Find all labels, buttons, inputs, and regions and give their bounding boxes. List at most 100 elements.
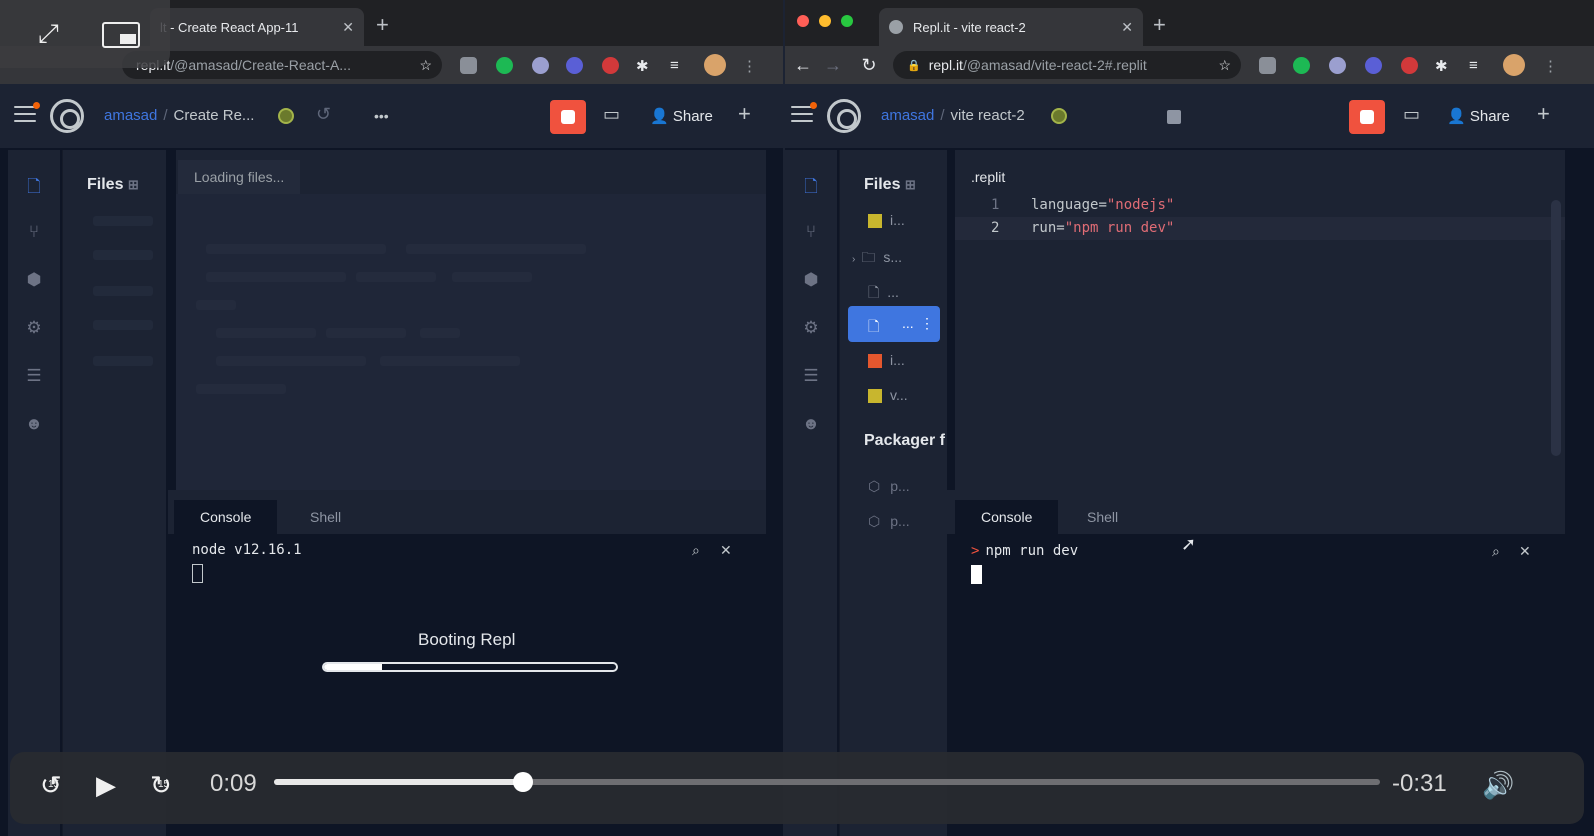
file-item-selected[interactable]: 🗋 ... ⋮ [848, 306, 940, 342]
minimize-window-icon[interactable] [819, 15, 831, 27]
star-icon[interactable]: ☆ [419, 57, 432, 74]
clear-console-icon[interactable]: ✕ [1519, 543, 1531, 560]
package-item[interactable]: ⬡ p... [868, 513, 910, 530]
browser-tab-create-react[interactable]: lt - Create React App-11 ✕ [150, 8, 364, 46]
folder-item[interactable]: › 🗀 s... [852, 247, 902, 271]
file-item[interactable]: i... [868, 212, 905, 229]
grammarly-icon[interactable] [496, 57, 513, 74]
settings-gear-icon[interactable]: ⚙ [24, 318, 44, 338]
scrubber-handle[interactable] [512, 772, 533, 792]
hamburger-menu-icon[interactable] [14, 102, 40, 124]
replit-logo-icon[interactable] [827, 99, 861, 133]
extension-icon[interactable] [532, 57, 549, 74]
file-item[interactable]: 🗋... [868, 282, 899, 306]
volume-icon[interactable]: 🔊 [1482, 770, 1514, 801]
chat-icon[interactable]: ▭ [603, 104, 620, 125]
pocket-icon[interactable] [460, 57, 477, 74]
more-options-icon[interactable]: ••• [374, 108, 389, 124]
debugger-icon[interactable]: ☻ [801, 414, 821, 434]
search-icon[interactable]: ⌕ [1492, 543, 1500, 560]
tab-shell[interactable]: Shell [1061, 500, 1144, 534]
editor-tab-replit[interactable]: .replit [955, 160, 1022, 194]
add-file-icon[interactable]: ⊞ [905, 177, 916, 192]
clear-console-icon[interactable]: ✕ [720, 542, 732, 559]
forward-icon[interactable]: → [815, 55, 851, 76]
database-icon[interactable]: ☰ [24, 366, 44, 386]
address-bar[interactable]: repl.it/@amasad/Create-React-A... ☆ [122, 51, 442, 79]
history-icon[interactable]: ↺ [316, 104, 331, 125]
packages-icon[interactable]: ⬢ [24, 270, 44, 290]
run-button[interactable] [550, 100, 586, 134]
tab-console[interactable]: Console [174, 500, 278, 534]
breadcrumb-user[interactable]: amasad [104, 107, 157, 124]
extension-icon[interactable] [1401, 57, 1418, 74]
skip-forward-15-icon[interactable]: ↻ 15 [150, 770, 172, 801]
skip-back-15-icon[interactable]: ↺ 15 [40, 770, 62, 801]
debugger-icon[interactable]: ☻ [24, 414, 44, 434]
zoom-window-icon[interactable] [841, 15, 853, 27]
extension-icon[interactable] [566, 57, 583, 74]
add-icon[interactable]: + [738, 101, 751, 127]
tab-console[interactable]: Console [955, 500, 1059, 534]
kebab-menu-icon[interactable]: ⋮ [1543, 57, 1560, 75]
extension-icon[interactable] [1365, 57, 1382, 74]
expand-icon[interactable]: ⤢ [38, 18, 59, 50]
code-editor[interactable]: 1 language="nodejs" 2 run="npm run dev" [955, 194, 1565, 490]
avatar[interactable] [704, 54, 726, 76]
breadcrumb-repl[interactable]: vite react-2 [951, 107, 1025, 124]
new-tab-icon[interactable]: + [1153, 12, 1166, 38]
stop-icon[interactable] [1167, 110, 1181, 124]
file-item[interactable]: v... [868, 387, 908, 404]
add-file-icon[interactable]: ⊞ [128, 177, 139, 192]
close-window-icon[interactable] [797, 15, 809, 27]
loading-placeholder [452, 272, 532, 282]
hamburger-menu-icon[interactable] [791, 102, 817, 124]
loading-placeholder [93, 356, 153, 366]
run-button[interactable] [1349, 100, 1385, 134]
package-item[interactable]: ⬡ p... [868, 478, 910, 495]
share-button[interactable]: 👤 Share [1447, 107, 1510, 125]
reload-icon[interactable]: ↻ [851, 55, 887, 76]
breadcrumb-repl[interactable]: Create Re... [174, 107, 255, 124]
loading-placeholder [216, 328, 316, 338]
extension-icon[interactable] [1329, 57, 1346, 74]
close-tab-icon[interactable]: ✕ [1121, 19, 1133, 36]
puzzle-icon[interactable]: ✱ [636, 57, 653, 75]
picture-in-picture-icon[interactable] [102, 22, 140, 48]
replit-header: amasad / Create Re... ↺ ••• ▭ 👤 Share + [0, 84, 783, 148]
version-control-icon[interactable]: ⑂ [24, 222, 44, 242]
puzzle-icon[interactable]: ✱ [1435, 57, 1452, 75]
version-control-icon[interactable]: ⑂ [801, 222, 821, 242]
breadcrumb-user[interactable]: amasad [881, 107, 934, 124]
address-bar[interactable]: 🔒 repl.it/@amasad/vite-react-2#.replit ☆ [893, 51, 1241, 79]
browser-toolbar: ← → ↻ 🔒 repl.it/@amasad/vite-react-2#.rep… [785, 46, 1594, 84]
tab-shell[interactable]: Shell [284, 500, 367, 534]
avatar[interactable] [1503, 54, 1525, 76]
editor-scrollbar[interactable] [1551, 200, 1561, 456]
settings-gear-icon[interactable]: ⚙ [801, 318, 821, 338]
replit-logo-icon[interactable] [50, 99, 84, 133]
database-icon[interactable]: ☰ [801, 366, 821, 386]
browser-tab-vite-react[interactable]: Repl.it - vite react-2 ✕ [879, 8, 1143, 46]
extension-icon[interactable] [602, 57, 619, 74]
loading-placeholder [93, 250, 153, 260]
kebab-menu-icon[interactable]: ⋮ [920, 315, 934, 332]
add-icon[interactable]: + [1537, 101, 1550, 127]
play-icon[interactable]: ▶ [96, 770, 116, 801]
close-tab-icon[interactable]: ✕ [342, 19, 354, 36]
reading-list-icon[interactable]: ≡ [670, 57, 687, 74]
chat-icon[interactable]: ▭ [1403, 104, 1420, 125]
new-tab-icon[interactable]: + [376, 12, 389, 38]
file-item[interactable]: i... [868, 352, 905, 369]
share-button[interactable]: 👤 Share [650, 107, 713, 125]
kebab-menu-icon[interactable]: ⋮ [742, 57, 759, 75]
scrubber[interactable] [274, 772, 1380, 792]
files-icon[interactable]: 🗋 [24, 174, 44, 196]
packages-icon[interactable]: ⬢ [801, 270, 821, 290]
pocket-icon[interactable] [1259, 57, 1276, 74]
grammarly-icon[interactable] [1293, 57, 1310, 74]
files-icon[interactable]: 🗋 [801, 174, 821, 196]
search-icon[interactable]: ⌕ [692, 542, 700, 559]
star-icon[interactable]: ☆ [1218, 57, 1231, 74]
reading-list-icon[interactable]: ≡ [1469, 57, 1486, 74]
